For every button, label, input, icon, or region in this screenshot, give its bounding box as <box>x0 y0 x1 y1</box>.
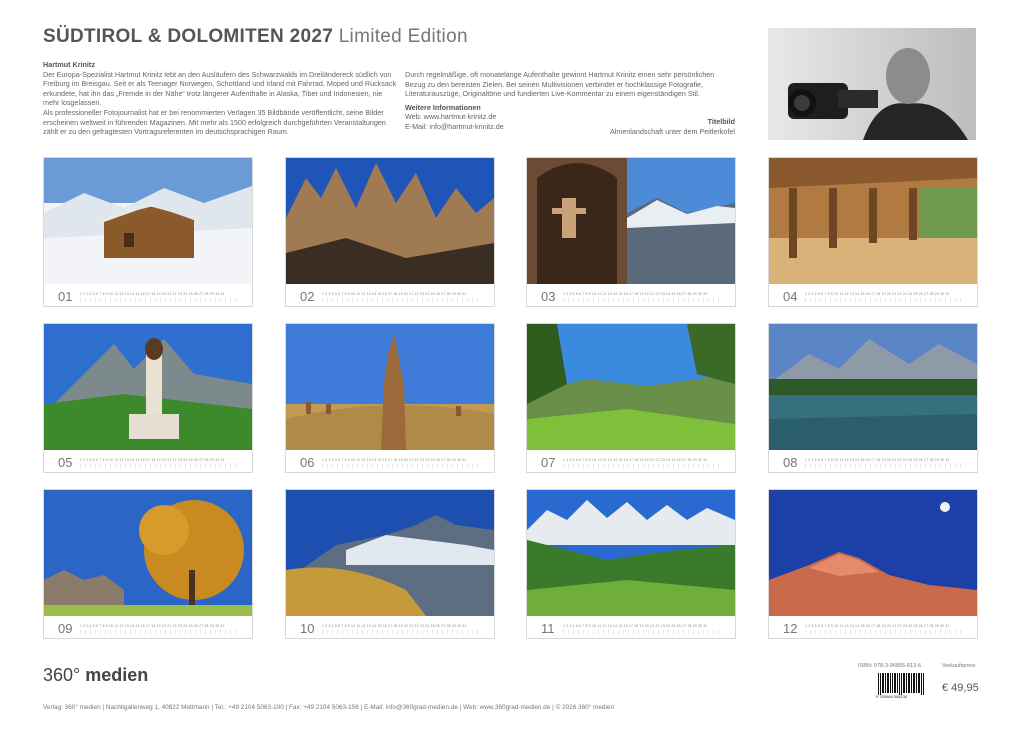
day-grid <box>805 298 965 302</box>
author-heading: Hartmut Krinitz <box>43 60 95 69</box>
month-number: 06 <box>300 455 315 470</box>
price: € 49,95 <box>942 682 979 694</box>
month-09: 09 1 2 3 4 5 6 7 8 9 10 11 12 13 14 15 1… <box>43 489 253 639</box>
month-photo <box>44 490 252 616</box>
month-number: 10 <box>300 621 315 636</box>
month-number: 08 <box>783 455 798 470</box>
more-info-heading: Weitere Informationen <box>405 102 481 112</box>
day-grid <box>80 630 240 634</box>
day-numbers: 1 2 3 4 5 6 7 8 9 10 11 12 13 14 15 16 1… <box>80 292 225 296</box>
day-numbers: 1 2 3 4 5 6 7 8 9 10 11 12 13 14 15 16 1… <box>322 458 467 462</box>
day-numbers: 1 2 3 4 5 6 7 8 9 10 11 12 13 14 15 16 1… <box>563 624 708 628</box>
month-photo <box>44 158 252 284</box>
month-photo <box>286 158 494 284</box>
day-numbers: 1 2 3 4 5 6 7 8 9 10 11 12 13 14 15 16 1… <box>805 458 950 462</box>
day-grid <box>563 630 723 634</box>
footer-imprint: Verlag: 360° medien | Nachtigallenweg 1,… <box>43 704 615 711</box>
month-photo <box>769 490 977 616</box>
day-grid <box>322 298 482 302</box>
cover-caption: Titelbild Almenlandschaft unter dem Peit… <box>598 117 735 136</box>
day-grid <box>322 630 482 634</box>
month-08: 08 1 2 3 4 5 6 7 8 9 10 11 12 13 14 15 1… <box>768 323 978 473</box>
day-numbers: 1 2 3 4 5 6 7 8 9 10 11 12 13 14 15 16 1… <box>80 624 225 628</box>
isbn-text: ISBN: 978-3-96855-813-6 <box>858 663 921 669</box>
month-number: 02 <box>300 289 315 304</box>
month-05: 05 1 2 3 4 5 6 7 8 9 10 11 12 13 14 15 1… <box>43 323 253 473</box>
author-bio-paragraph: Als professioneller Fotojournalist hat e… <box>43 107 386 137</box>
barcode: 9 783968 558134 <box>876 673 928 699</box>
day-numbers: 1 2 3 4 5 6 7 8 9 10 11 12 13 14 15 16 1… <box>322 624 467 628</box>
author-bio-paragraph: Durch regelmäßige, oft monatelange Aufen… <box>405 70 715 99</box>
day-grid <box>805 464 965 468</box>
month-photo <box>44 324 252 450</box>
barcode-number: 9 783968 558134 <box>876 694 908 699</box>
price-label: Verkaufspreis <box>942 663 976 669</box>
month-photo <box>769 324 977 450</box>
cover-caption-text: Almenlandschaft unter dem Peitlerkofel <box>609 126 735 136</box>
month-10: 10 1 2 3 4 5 6 7 8 9 10 11 12 13 14 15 1… <box>285 489 495 639</box>
month-photo <box>527 324 735 450</box>
month-number: 07 <box>541 455 556 470</box>
author-bio-paragraph: Der Europa-Spezialist Hartmut Krinitz le… <box>43 69 397 108</box>
title-main: SÜDTIROL & DOLOMITEN 2027 <box>43 26 334 47</box>
day-grid <box>563 298 723 302</box>
publisher-logo: 360° medien <box>43 665 148 686</box>
day-grid <box>563 464 723 468</box>
day-numbers: 1 2 3 4 5 6 7 8 9 10 11 12 13 14 15 16 1… <box>80 458 225 462</box>
logo-word: medien <box>85 665 149 685</box>
month-06: 06 1 2 3 4 5 6 7 8 9 10 11 12 13 14 15 1… <box>285 323 495 473</box>
month-02: 02 1 2 3 4 5 6 7 8 9 10 11 12 13 14 15 1… <box>285 157 495 307</box>
day-numbers: 1 2 3 4 5 6 7 8 9 10 11 12 13 14 15 16 1… <box>563 292 708 296</box>
month-04: 04 1 2 3 4 5 6 7 8 9 10 11 12 13 14 15 1… <box>768 157 978 307</box>
month-12: 12 1 2 3 4 5 6 7 8 9 10 11 12 13 14 15 1… <box>768 489 978 639</box>
month-photo <box>286 490 494 616</box>
day-grid <box>805 630 965 634</box>
month-number: 03 <box>541 289 556 304</box>
month-01: 01 1 2 3 4 5 6 7 8 9 10 11 12 13 14 15 1… <box>43 157 253 307</box>
author-portrait <box>768 28 976 140</box>
month-photo <box>286 324 494 450</box>
day-numbers: 1 2 3 4 5 6 7 8 9 10 11 12 13 14 15 16 1… <box>322 292 467 296</box>
month-number: 04 <box>783 289 798 304</box>
month-number: 01 <box>58 289 73 304</box>
title-edition: Limited Edition <box>338 26 468 47</box>
month-photo <box>527 490 735 616</box>
day-grid <box>80 298 240 302</box>
cover-heading: Titelbild <box>707 117 735 126</box>
day-grid <box>322 464 482 468</box>
day-numbers: 1 2 3 4 5 6 7 8 9 10 11 12 13 14 15 16 1… <box>805 624 950 628</box>
month-03: 03 1 2 3 4 5 6 7 8 9 10 11 12 13 14 15 1… <box>526 157 736 307</box>
month-number: 11 <box>541 621 555 636</box>
logo-number: 360° <box>43 665 81 685</box>
month-number: 05 <box>58 455 73 470</box>
month-photo <box>769 158 977 284</box>
month-11: 11 1 2 3 4 5 6 7 8 9 10 11 12 13 14 15 1… <box>526 489 736 639</box>
author-bio-column: Hartmut Krinitz Der Europa-Spezialist Ha… <box>43 60 400 137</box>
month-photo <box>527 158 735 284</box>
day-numbers: 1 2 3 4 5 6 7 8 9 10 11 12 13 14 15 16 1… <box>805 292 950 296</box>
day-grid <box>80 464 240 468</box>
page-title: SÜDTIROL & DOLOMITEN 2027 Limited Editio… <box>43 26 468 48</box>
day-numbers: 1 2 3 4 5 6 7 8 9 10 11 12 13 14 15 16 1… <box>563 458 708 462</box>
month-number: 09 <box>58 621 73 636</box>
month-07: 07 1 2 3 4 5 6 7 8 9 10 11 12 13 14 15 1… <box>526 323 736 473</box>
month-number: 12 <box>783 621 798 636</box>
